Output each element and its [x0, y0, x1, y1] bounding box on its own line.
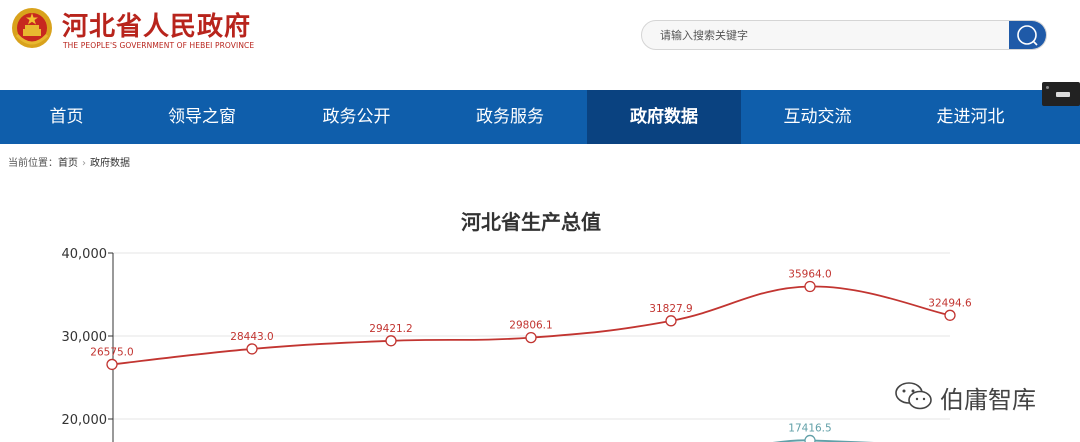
search-icon	[1017, 25, 1038, 46]
data-label: 17416.5	[788, 422, 831, 434]
nav-item-leaders[interactable]: 领导之窗	[133, 90, 271, 144]
site-title[interactable]: 河北省人民政府	[62, 6, 251, 43]
y-tick-label: 20,000	[62, 413, 108, 428]
national-emblem-icon[interactable]	[10, 5, 54, 51]
nav-item-home[interactable]: 首页	[0, 90, 133, 144]
nav-item-gov-affairs[interactable]: 政务公开	[280, 90, 433, 144]
nav-item-gov-data[interactable]: 政府数据	[587, 90, 741, 144]
widget-bar	[1056, 92, 1070, 97]
search-input[interactable]	[660, 21, 1000, 49]
data-point	[944, 309, 956, 321]
data-label: 31827.9	[649, 303, 692, 315]
y-tick-label: 30,000	[62, 330, 108, 345]
site-header: 河北省人民政府 THE PEOPLE'S GOVERNMENT OF HEBEI…	[0, 0, 1080, 90]
data-label: 35964.0	[788, 268, 831, 280]
breadcrumb-prefix: 当前位置：	[8, 158, 58, 169]
chart-title: 河北省生产总值	[461, 210, 601, 234]
breadcrumb: 当前位置：首页 › 政府数据	[8, 154, 130, 169]
data-label: 32494.6	[928, 297, 972, 309]
watermark-text: 伯庸智库	[940, 386, 1036, 414]
side-float-widget[interactable]	[1042, 82, 1080, 106]
data-point	[385, 335, 397, 347]
data-point	[525, 331, 537, 344]
nav-item-gov-services[interactable]: 政务服务	[433, 90, 587, 144]
nav-item-interaction[interactable]: 互动交流	[741, 90, 894, 144]
data-point	[106, 358, 118, 371]
data-label: 26575.0	[90, 346, 133, 358]
y-tick-label: 40,000	[62, 247, 108, 262]
data-point	[665, 315, 677, 327]
data-point	[804, 280, 816, 293]
data-point	[246, 343, 258, 355]
breadcrumb-current: 政府数据	[90, 158, 130, 169]
wechat-icon	[895, 382, 932, 410]
data-label: 28443.0	[230, 331, 273, 343]
main-nav: 首页 领导之窗 政务公开 政务服务 政府数据 互动交流 走进河北	[0, 90, 1080, 144]
data-point	[804, 434, 816, 442]
site-subtitle: THE PEOPLE'S GOVERNMENT OF HEBEI PROVINC…	[63, 41, 255, 50]
breadcrumb-chevron-icon: ›	[82, 158, 86, 169]
page: 河北省人民政府 THE PEOPLE'S GOVERNMENT OF HEBEI…	[0, 0, 1080, 442]
breadcrumb-home[interactable]: 首页	[58, 158, 78, 169]
data-label: 29421.2	[369, 323, 412, 335]
wechat-watermark: 伯庸智库	[893, 378, 1053, 414]
search-box	[641, 20, 1047, 50]
data-label: 29806.1	[509, 320, 552, 332]
nav-item-about-hebei[interactable]: 走进河北	[894, 90, 1047, 144]
widget-dot	[1046, 86, 1049, 89]
search-button[interactable]	[1009, 21, 1046, 49]
